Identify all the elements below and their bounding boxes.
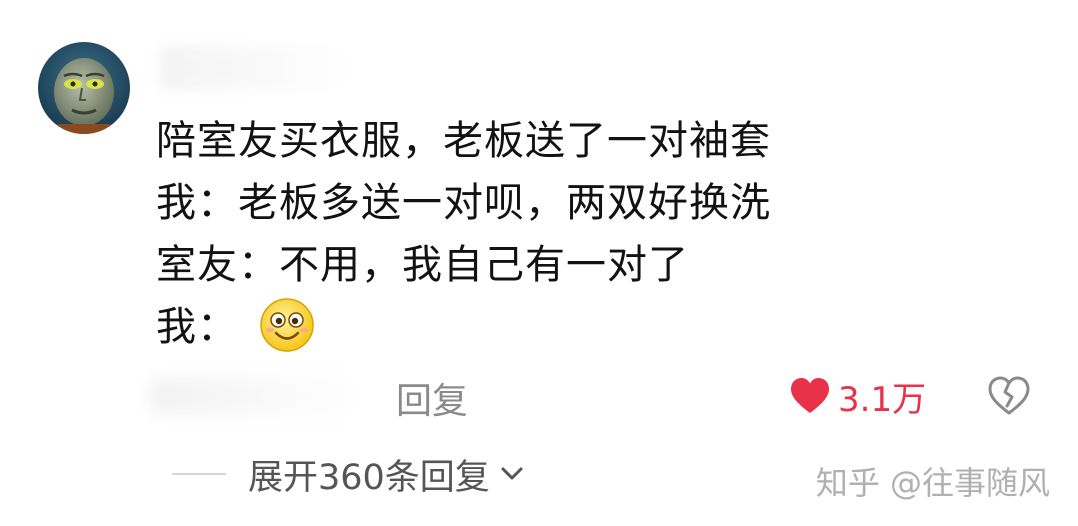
watermark: 知乎 @往事随风 <box>815 464 1050 502</box>
like-count: 3.1万 <box>838 379 927 420</box>
avatar[interactable] <box>38 42 130 134</box>
dislike-button[interactable] <box>986 373 1032 419</box>
reply-button[interactable]: 回复 <box>396 372 468 424</box>
avatar-character-icon <box>38 42 130 134</box>
comment-line: 我：老板多送一对呗，两双好换洗 <box>156 180 771 226</box>
comment-line-with-emoji: 我： <box>156 296 876 358</box>
grinning-face-icon <box>259 298 314 352</box>
comment-text: 陪室友买衣服，老板送了一对袖套 我：老板多送一对呗，两双好换洗 室友：不用，我自… <box>156 110 876 358</box>
comment-line: 陪室友买衣服，老板送了一对袖套 <box>156 118 771 164</box>
broken-heart-icon <box>988 376 1030 415</box>
username-blurred <box>160 46 350 90</box>
expand-replies-label: 展开360条回复 <box>248 457 490 498</box>
chevron-down-icon <box>501 467 523 480</box>
like-button[interactable]: 3.1万 <box>790 372 926 420</box>
comment-line: 我： <box>156 304 238 350</box>
heart-icon <box>791 378 829 413</box>
divider-dash <box>172 473 226 475</box>
comment-line: 室友：不用，我自己有一对了 <box>156 242 689 288</box>
comment-card: 陪室友买衣服，老板送了一对袖套 我：老板多送一对呗，两双好换洗 室友：不用，我自… <box>0 0 1078 526</box>
timestamp-blurred <box>150 378 370 414</box>
expand-replies-button[interactable]: 展开360条回复 <box>172 446 524 502</box>
